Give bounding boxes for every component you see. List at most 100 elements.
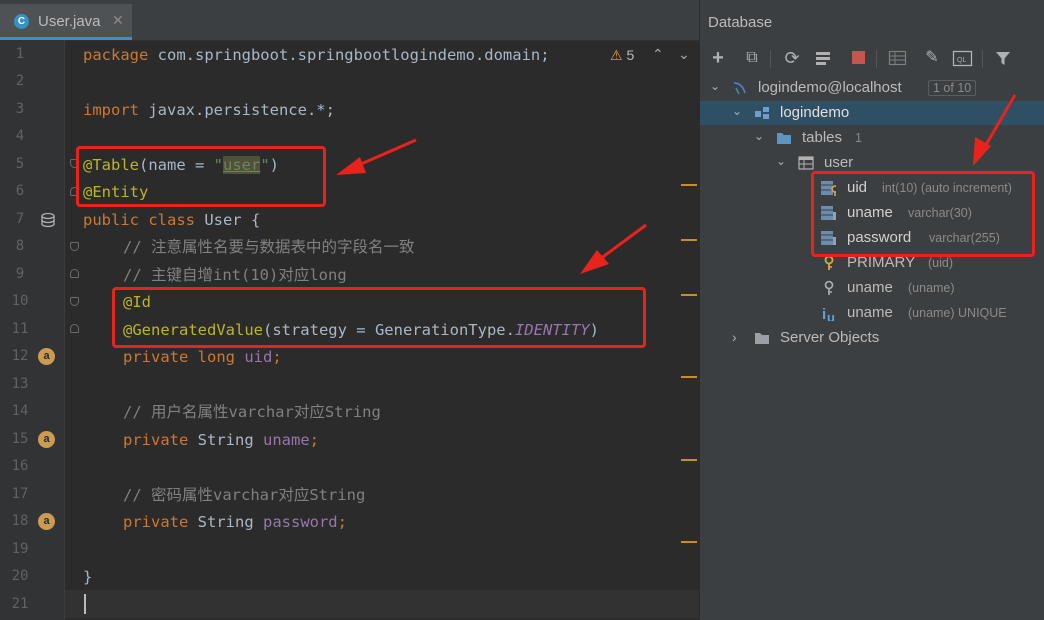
- key-detail: (uid): [928, 256, 954, 270]
- fold-marker-icon[interactable]: [70, 324, 79, 333]
- line-number: 16: [11, 458, 29, 474]
- mysql-datasource-icon: [733, 82, 746, 95]
- schema-label: logindemo: [780, 104, 850, 121]
- filter-icon[interactable]: [994, 50, 1018, 74]
- inspection-widget[interactable]: ⚠ 5 ⌃ ⌄: [610, 46, 690, 64]
- text-caret: [84, 594, 86, 614]
- scroll-marker[interactable]: [681, 239, 697, 241]
- code-line-9: // 主键自增int(10)对应long: [123, 265, 347, 285]
- schema-icon[interactable]: [814, 50, 838, 74]
- field-annotation-icon[interactable]: a: [38, 348, 55, 365]
- datasource-label: logindemo@localhost: [758, 79, 902, 96]
- chevron-down-icon[interactable]: ⌄: [732, 104, 744, 118]
- line-number: 6: [15, 183, 25, 199]
- closing-brace: }: [83, 568, 93, 586]
- badge-text: 1 of 10: [928, 80, 977, 96]
- line-number: 11: [11, 321, 29, 337]
- current-line-highlight: [65, 590, 699, 618]
- close-tab-icon[interactable]: ✕: [112, 12, 124, 29]
- chevron-down-icon[interactable]: ⌄: [776, 154, 788, 168]
- next-highlight-icon[interactable]: ⌄: [678, 46, 690, 63]
- keyword: private: [123, 513, 189, 531]
- console-icon[interactable]: QL: [952, 50, 976, 74]
- stop-icon[interactable]: [846, 46, 870, 70]
- highlight-box-columns: [811, 171, 1035, 257]
- comment: // 主键自增int(10)对应long: [123, 266, 347, 284]
- folder-icon: [755, 333, 769, 344]
- table-icon[interactable]: [888, 50, 912, 74]
- fold-marker-icon[interactable]: [70, 242, 79, 251]
- type-name: String: [188, 431, 254, 449]
- line-number: 3: [15, 101, 25, 117]
- key-detail: (uname): [908, 281, 955, 295]
- scroll-marker[interactable]: [681, 184, 697, 186]
- index-detail: (uname) UNIQUE: [908, 306, 1007, 320]
- code-line-1: package com.springboot.springbootloginde…: [83, 45, 550, 65]
- tree-item-index[interactable]: i u uname (uname) UNIQUE: [700, 301, 1044, 325]
- tab-user-java[interactable]: C User.java ✕: [0, 4, 132, 40]
- line-number: 9: [15, 266, 25, 282]
- comment: // 注意属性名要与数据表中的字段名一致: [123, 238, 415, 256]
- index-icon: i u: [822, 306, 835, 321]
- scroll-marker[interactable]: [681, 541, 697, 543]
- comment: // 用户名属性varchar对应String: [123, 403, 381, 421]
- database-entity-icon[interactable]: [40, 212, 58, 230]
- line-number: 18: [11, 513, 29, 529]
- table-label: user: [824, 154, 854, 171]
- scroll-marker[interactable]: [681, 294, 697, 296]
- toolbar-separator: [982, 50, 983, 68]
- fold-marker-icon[interactable]: [70, 297, 79, 306]
- scroll-marker[interactable]: [681, 459, 697, 461]
- previous-highlight-icon[interactable]: ⌃: [652, 46, 664, 63]
- tree-item-datasource[interactable]: ⌄ logindemo@localhost 1 of 10: [700, 76, 1044, 100]
- copy-icon[interactable]: ⧉: [740, 46, 764, 70]
- tab-label: User.java: [38, 13, 101, 30]
- line-number: 10: [11, 293, 29, 309]
- field-annotation-icon[interactable]: a: [38, 431, 55, 448]
- warning-icon: ⚠: [610, 47, 623, 63]
- line-number: 19: [11, 541, 29, 557]
- code-line-15: private String uname;: [123, 430, 319, 450]
- line-number: 8: [15, 238, 25, 254]
- field-annotation-icon[interactable]: a: [38, 513, 55, 530]
- code-line-14: // 用户名属性varchar对应String: [123, 402, 381, 422]
- toolbar-separator: [876, 50, 877, 68]
- unique-key-icon: [824, 280, 834, 295]
- index-name: uname: [847, 304, 893, 321]
- chevron-right-icon[interactable]: ›: [732, 329, 744, 345]
- tree-item-schema[interactable]: ⌄ logindemo: [700, 101, 1044, 125]
- tree-item-server-objects[interactable]: › Server Objects: [700, 326, 1044, 350]
- line-number: 7: [15, 211, 25, 227]
- svg-text:u: u: [827, 310, 835, 321]
- semicolon: ;: [337, 513, 347, 531]
- line-number: 2: [15, 73, 25, 89]
- code-line-12: private long uid;: [123, 347, 282, 367]
- code-line-17: // 密码属性varchar对应String: [123, 485, 365, 505]
- keyword: private long: [123, 348, 235, 366]
- semicolon: ;: [309, 431, 319, 449]
- java-class-icon: C: [14, 14, 29, 29]
- server-objects-label: Server Objects: [780, 329, 880, 346]
- scroll-marker[interactable]: [681, 376, 697, 378]
- line-number: 13: [11, 376, 29, 392]
- edit-icon[interactable]: ✎: [920, 46, 944, 70]
- schema-count-badge: 1 of 10: [922, 79, 977, 96]
- line-number: 15: [11, 431, 29, 447]
- add-icon[interactable]: +: [706, 46, 730, 70]
- line-number: 14: [11, 403, 29, 419]
- chevron-down-icon[interactable]: ⌄: [754, 129, 766, 143]
- tree-item-key[interactable]: uname (uname): [700, 276, 1044, 300]
- field-name: uname: [253, 431, 310, 449]
- semicolon: ;: [272, 348, 282, 366]
- fold-marker-icon[interactable]: [70, 269, 79, 278]
- database-panel: Database + ⧉ ⟳ ✎ QL ⌄ logindemo@localhos…: [699, 0, 1044, 620]
- chevron-down-icon[interactable]: ⌄: [710, 79, 722, 93]
- key-name: uname: [847, 279, 893, 296]
- code-editor[interactable]: C User.java ✕ 1 2 3 4 5 6 7 8 9 10 11 12…: [0, 0, 699, 620]
- panel-title: Database: [708, 14, 773, 31]
- highlight-box-entity-annotations: [76, 146, 326, 207]
- field-name: uid: [234, 348, 273, 366]
- tree-item-tables-folder[interactable]: ⌄ tables 1: [700, 126, 1044, 150]
- refresh-icon[interactable]: ⟳: [780, 46, 804, 70]
- tables-count: 1: [855, 131, 862, 145]
